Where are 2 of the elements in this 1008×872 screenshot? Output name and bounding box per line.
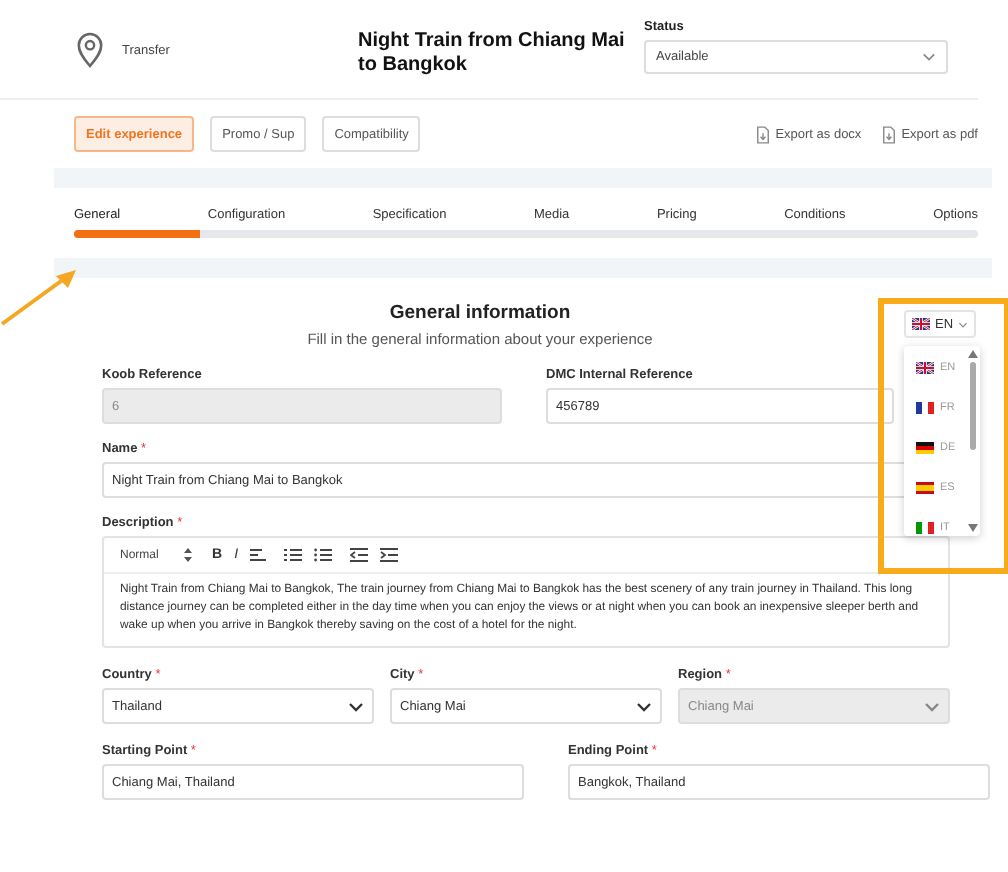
experience-title: Night Train from Chiang Mai to Bangkok: [358, 28, 627, 78]
section-title: General information: [387, 302, 573, 324]
